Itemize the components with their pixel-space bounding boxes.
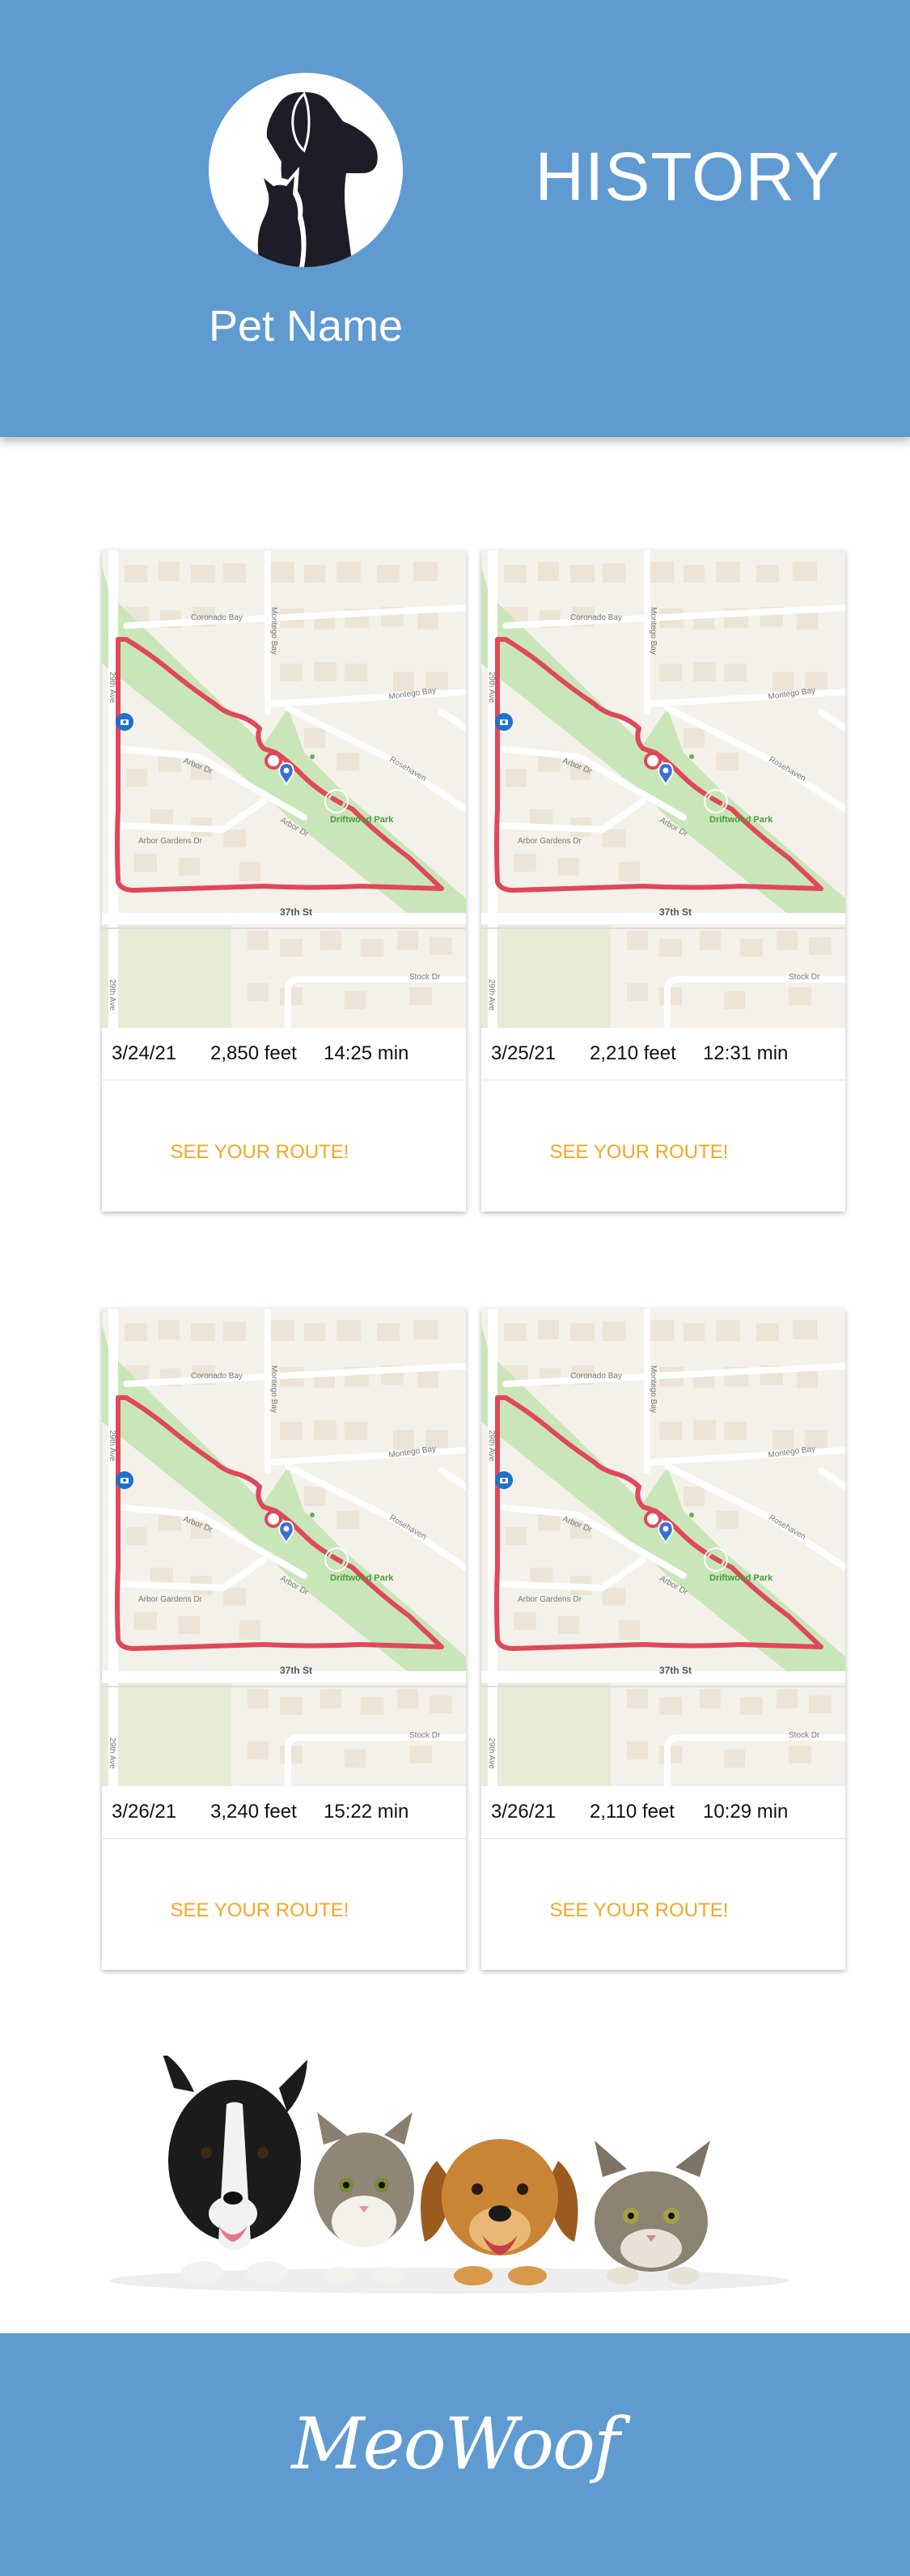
walk-card: 3/26/21 2,110 feet 10:29 min SEE YOUR RO…: [481, 1309, 845, 1970]
dog-cat-silhouette-icon: [252, 91, 378, 267]
route-map[interactable]: [102, 550, 466, 1028]
pets-illustration: [109, 2056, 789, 2294]
walk-card: 3/25/21 2,210 feet 12:31 min SEE YOUR RO…: [481, 550, 845, 1212]
walk-card: 3/26/21 3,240 feet 15:22 min SEE YOUR RO…: [102, 1309, 466, 1970]
app-footer: MeoWoof: [0, 2333, 910, 2576]
walk-duration: 14:25 min: [324, 1042, 409, 1064]
walk-distance: 2,210 feet: [590, 1042, 676, 1064]
app-header: Pet Name HISTORY: [0, 0, 910, 437]
walk-card: 3/24/21 2,850 feet 14:25 min SEE YOUR RO…: [102, 550, 466, 1212]
cat-illustration: [314, 2112, 414, 2285]
route-map[interactable]: [102, 1309, 466, 1786]
walk-distance: 2,110 feet: [590, 1801, 675, 1823]
walk-stats: 3/25/21 2,210 feet 12:31 min: [481, 1028, 845, 1080]
walk-distance: 3,240 feet: [210, 1801, 297, 1823]
route-map[interactable]: [481, 550, 845, 1028]
walk-date: 3/25/21: [491, 1042, 557, 1064]
walk-date: 3/26/21: [112, 1801, 177, 1823]
pet-avatar[interactable]: [209, 73, 403, 267]
walk-duration: 15:22 min: [324, 1801, 409, 1823]
walk-duration: 12:31 min: [703, 1042, 789, 1064]
walk-stats: 3/26/21 2,110 feet 10:29 min: [481, 1786, 845, 1839]
route-map[interactable]: [481, 1309, 845, 1786]
see-route-button[interactable]: SEE YOUR ROUTE!: [150, 1141, 369, 1164]
see-route-button[interactable]: SEE YOUR ROUTE!: [530, 1899, 748, 1922]
dog-illustration: [421, 2139, 578, 2285]
walk-stats: 3/24/21 2,850 feet 14:25 min: [102, 1028, 466, 1080]
brand-logo: MeoWoof: [291, 2402, 620, 2485]
walk-stats: 3/26/21 3,240 feet 15:22 min: [102, 1786, 466, 1839]
walk-date: 3/24/21: [112, 1042, 177, 1064]
dog-illustration: [163, 2056, 307, 2284]
cat-illustration: [595, 2141, 710, 2285]
walk-distance: 2,850 feet: [210, 1042, 297, 1064]
page-title: HISTORY: [535, 138, 840, 214]
walk-duration: 10:29 min: [703, 1801, 789, 1823]
see-route-button[interactable]: SEE YOUR ROUTE!: [530, 1141, 748, 1164]
see-route-button[interactable]: SEE YOUR ROUTE!: [150, 1899, 369, 1922]
pet-name: Pet Name: [208, 302, 404, 350]
walk-date: 3/26/21: [491, 1801, 557, 1823]
